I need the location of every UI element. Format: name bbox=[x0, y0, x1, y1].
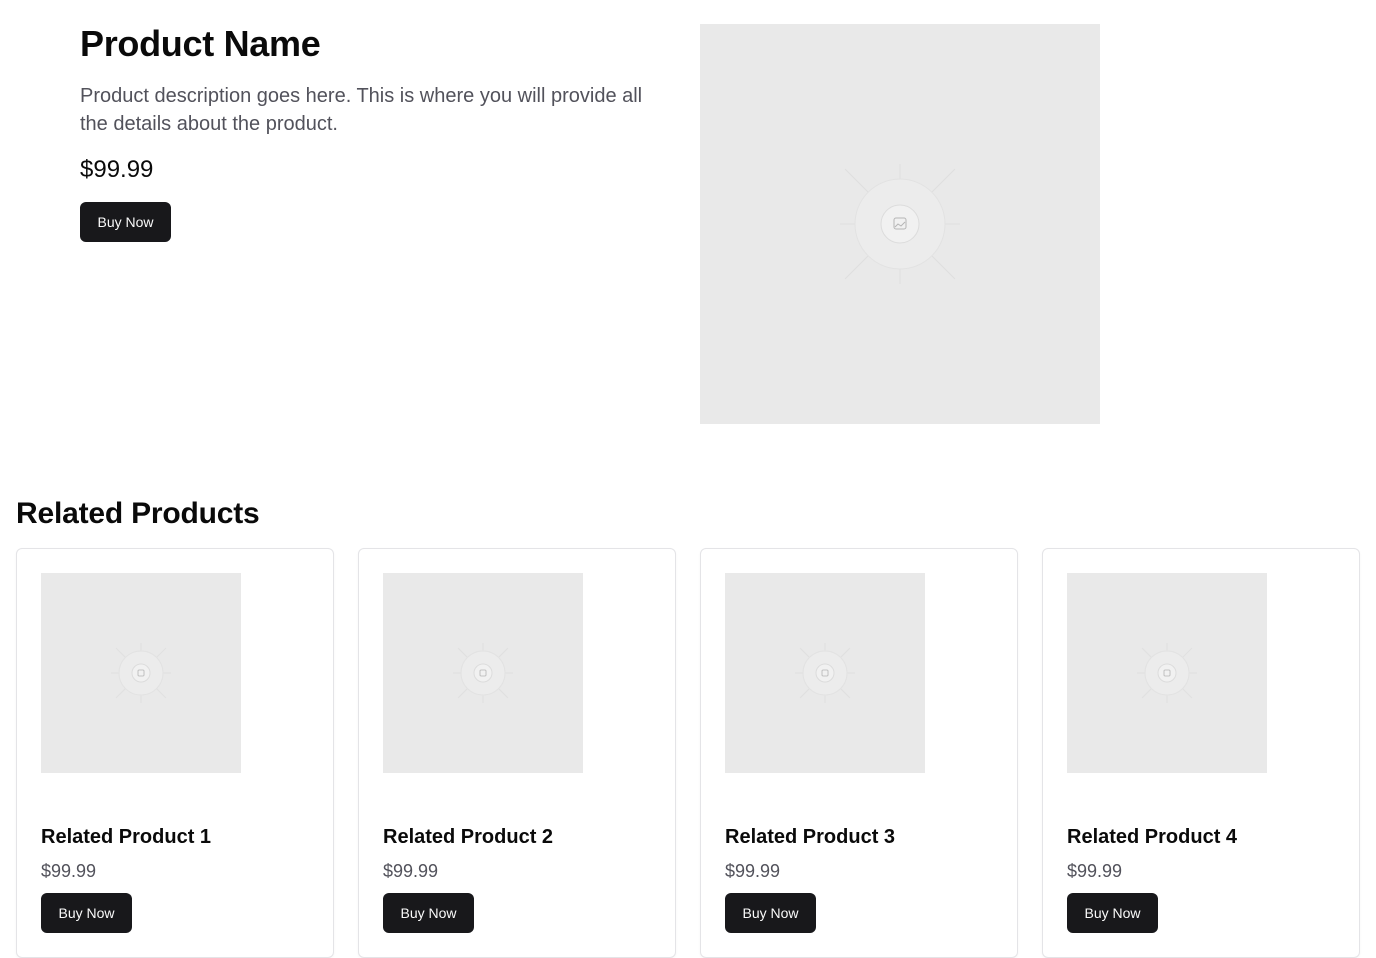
related-product-price: $99.99 bbox=[725, 861, 781, 881]
related-product-name: Related Product 4 bbox=[1067, 826, 1238, 848]
related-product-price: $99.99 bbox=[1067, 861, 1123, 881]
related-product-card: Related Product 4 $99.99 Buy Now bbox=[1042, 548, 1360, 958]
buy-now-button[interactable]: Buy Now bbox=[80, 202, 171, 242]
image-placeholder-icon bbox=[840, 164, 960, 284]
related-product-card: Related Product 1 $99.99 Buy Now bbox=[16, 548, 334, 958]
image-placeholder-icon bbox=[1137, 643, 1197, 703]
related-product-card: Related Product 3 $99.99 Buy Now bbox=[700, 548, 1018, 958]
related-product-card: Related Product 2 $99.99 Buy Now bbox=[358, 548, 676, 958]
related-buy-now-button[interactable]: Buy Now bbox=[383, 893, 474, 933]
related-product-name: Related Product 3 bbox=[725, 826, 896, 848]
related-buy-now-button[interactable]: Buy Now bbox=[725, 893, 816, 933]
product-info: Product Name Product description goes he… bbox=[80, 22, 680, 242]
product-price: $99.99 bbox=[80, 156, 154, 183]
image-placeholder-icon bbox=[111, 643, 171, 703]
related-product-price: $99.99 bbox=[41, 861, 97, 881]
product-description: Product description goes here. This is w… bbox=[80, 85, 643, 135]
product-title: Product Name bbox=[80, 23, 321, 64]
related-product-image bbox=[41, 573, 241, 773]
image-placeholder-icon bbox=[795, 643, 855, 703]
image-placeholder-icon bbox=[453, 643, 513, 703]
related-products-heading: Related Products bbox=[16, 497, 260, 530]
related-buy-now-button[interactable]: Buy Now bbox=[1067, 893, 1158, 933]
related-product-image bbox=[725, 573, 925, 773]
related-buy-now-button[interactable]: Buy Now bbox=[41, 893, 132, 933]
related-product-image bbox=[383, 573, 583, 773]
product-page: Product Name Product description goes he… bbox=[0, 0, 1376, 958]
related-product-price: $99.99 bbox=[383, 861, 439, 881]
product-hero: Product Name Product description goes he… bbox=[0, 0, 1376, 440]
related-product-name: Related Product 1 bbox=[41, 826, 212, 848]
product-image bbox=[700, 24, 1100, 424]
related-product-image bbox=[1067, 573, 1267, 773]
related-product-name: Related Product 2 bbox=[383, 826, 554, 848]
